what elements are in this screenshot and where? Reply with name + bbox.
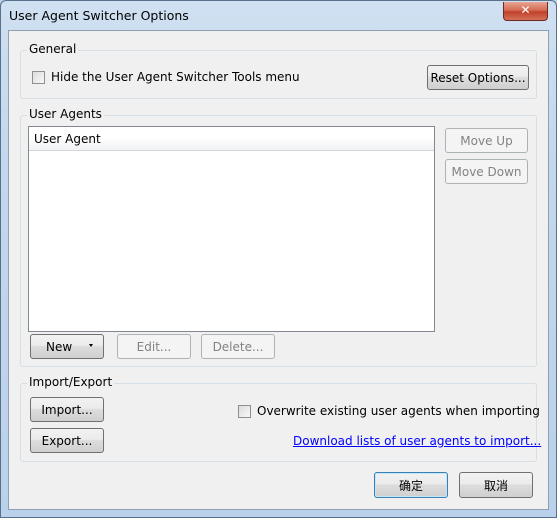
hide-menu-label[interactable]: Hide the User Agent Switcher Tools menu — [51, 70, 300, 84]
download-lists-link[interactable]: Download lists of user agents to import.… — [293, 434, 541, 448]
cancel-button[interactable]: 取消 — [459, 472, 533, 498]
column-header-label: User Agent — [34, 132, 101, 146]
new-button[interactable]: New — [30, 334, 104, 359]
move-up-button[interactable]: Move Up — [445, 128, 528, 153]
import-export-group: Import/Export Import... Export... Overwr… — [20, 375, 541, 462]
close-button[interactable]: ✕ — [503, 2, 548, 21]
overwrite-label[interactable]: Overwrite existing user agents when impo… — [257, 404, 540, 418]
window-title: User Agent Switcher Options — [9, 8, 189, 23]
close-icon: ✕ — [520, 3, 531, 17]
title-bar[interactable]: User Agent Switcher Options ✕ — [1, 1, 556, 31]
user-agents-group: User Agents User Agent Move Up Move Down… — [20, 107, 537, 367]
delete-button[interactable]: Delete... — [201, 334, 275, 359]
export-button[interactable]: Export... — [30, 428, 104, 453]
overwrite-checkbox[interactable] — [238, 405, 251, 418]
import-export-group-label: Import/Export — [27, 375, 115, 389]
move-down-button[interactable]: Move Down — [445, 159, 528, 184]
edit-button[interactable]: Edit... — [117, 334, 191, 359]
import-button[interactable]: Import... — [30, 397, 104, 422]
hide-menu-checkbox[interactable] — [32, 71, 45, 84]
user-agent-list[interactable]: User Agent — [28, 126, 435, 332]
new-button-label: New — [46, 340, 73, 354]
general-group-label: General — [27, 42, 79, 56]
column-header-user-agent[interactable]: User Agent — [29, 127, 434, 151]
options-dialog: User Agent Switcher Options ✕ General Hi… — [0, 0, 557, 518]
reset-options-button[interactable]: Reset Options... — [427, 65, 529, 90]
dialog-body: General Hide the User Agent Switcher Too… — [8, 30, 549, 510]
dropdown-arrow-icon — [89, 344, 93, 347]
ok-button[interactable]: 确定 — [374, 472, 448, 498]
user-agents-group-label: User Agents — [27, 107, 104, 121]
general-group: General Hide the User Agent Switcher Too… — [20, 42, 537, 99]
